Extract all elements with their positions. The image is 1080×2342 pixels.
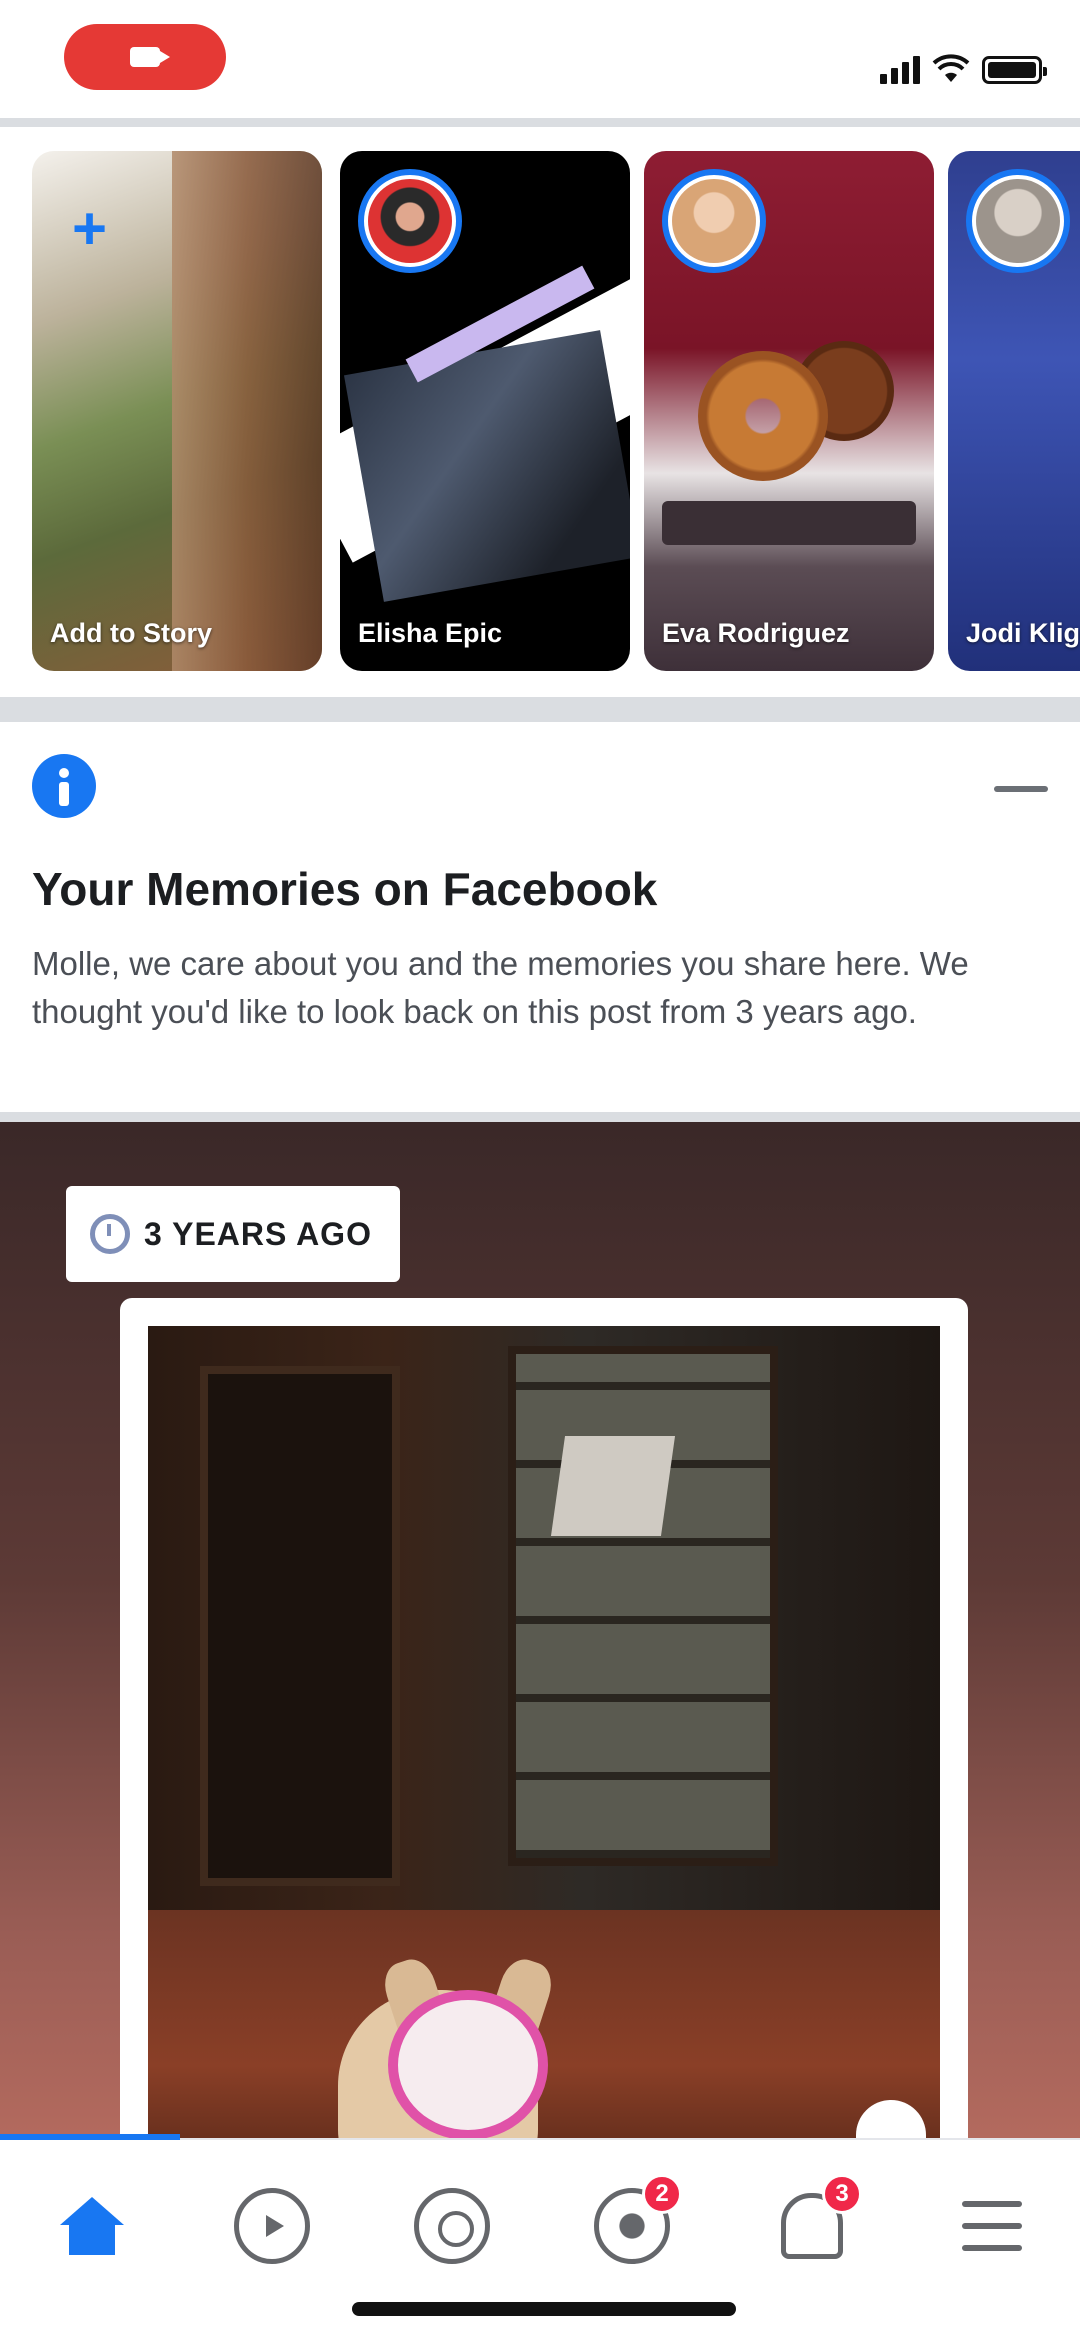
story-label: Jodi Kligo bbox=[966, 618, 1080, 648]
memories-body: Molle, we care about you and the memorie… bbox=[32, 945, 969, 1030]
dog-image bbox=[318, 1950, 568, 2138]
signal-icon bbox=[880, 54, 920, 84]
home-icon bbox=[60, 2197, 124, 2255]
plus-icon: + bbox=[72, 195, 108, 262]
home-indicator[interactable] bbox=[352, 2302, 736, 2316]
battery-icon bbox=[982, 56, 1047, 84]
divider bbox=[0, 118, 1080, 127]
clock-icon bbox=[90, 1214, 130, 1254]
story-label: Add to Story bbox=[50, 618, 212, 648]
tab-bar: 2 3 bbox=[0, 2134, 1080, 2342]
tab-home[interactable] bbox=[32, 2166, 152, 2286]
notification-badge: 3 bbox=[822, 2174, 862, 2214]
memories-card: Your Memories on Facebook Molle, we care… bbox=[0, 722, 1080, 1112]
status-bar bbox=[0, 0, 1080, 118]
years-ago-text: 3 YEARS AGO bbox=[144, 1215, 372, 1252]
notification-badge: 2 bbox=[642, 2174, 682, 2214]
story-card[interactable]: Eva Rodriguez bbox=[644, 151, 934, 671]
memory-post[interactable]: 3 YEARS AGO bbox=[0, 1122, 1080, 2138]
active-tab-indicator bbox=[0, 2134, 180, 2140]
memories-title: Your Memories on Facebook bbox=[32, 863, 658, 915]
memory-photo-frame[interactable] bbox=[120, 1298, 968, 2138]
watch-icon bbox=[234, 2188, 310, 2264]
story-card[interactable]: Jodi Kligo bbox=[948, 151, 1080, 671]
info-icon bbox=[32, 754, 96, 818]
divider bbox=[0, 1112, 1080, 1122]
tab-watch[interactable] bbox=[212, 2166, 332, 2286]
status-icons bbox=[880, 50, 1047, 84]
camera-icon bbox=[130, 47, 170, 67]
tab-groups[interactable] bbox=[392, 2166, 512, 2286]
story-label: Elisha Epic bbox=[358, 618, 503, 648]
story-card-create[interactable]: + Add to Story bbox=[32, 151, 322, 671]
years-ago-badge: 3 YEARS AGO bbox=[66, 1186, 400, 1282]
tab-notifications[interactable]: 3 bbox=[752, 2166, 872, 2286]
screen-recording-indicator[interactable] bbox=[64, 24, 226, 90]
wifi-icon bbox=[932, 54, 970, 82]
stories-tray[interactable]: + Add to Story Elisha Epic Eva Rodriguez… bbox=[0, 127, 1080, 697]
divider bbox=[0, 697, 1080, 722]
groups-icon bbox=[414, 2188, 490, 2264]
dismiss-button[interactable] bbox=[994, 786, 1048, 792]
avatar bbox=[966, 169, 1070, 273]
story-card[interactable]: Elisha Epic bbox=[340, 151, 630, 671]
avatar bbox=[662, 169, 766, 273]
memory-photo[interactable] bbox=[148, 1326, 940, 2138]
tab-marketplace[interactable]: 2 bbox=[572, 2166, 692, 2286]
avatar bbox=[358, 169, 462, 273]
tab-menu[interactable] bbox=[932, 2166, 1052, 2286]
story-label: Eva Rodriguez bbox=[662, 618, 850, 648]
menu-icon bbox=[962, 2201, 1022, 2251]
